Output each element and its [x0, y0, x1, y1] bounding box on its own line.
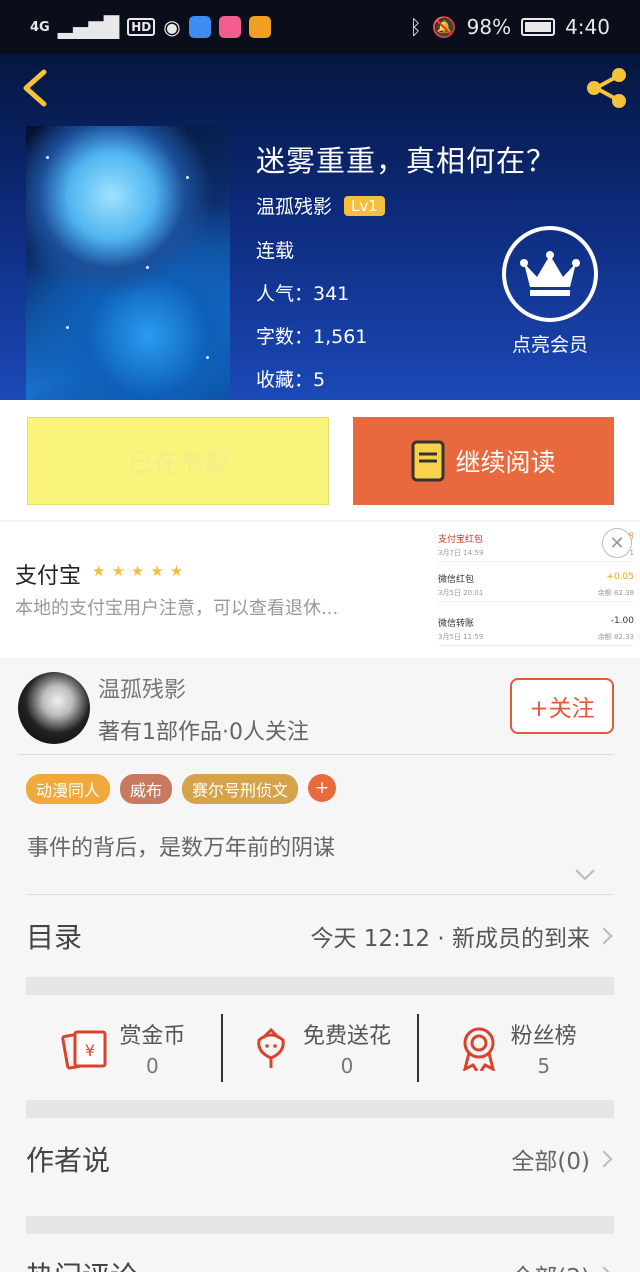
stat-label: 粉丝榜	[510, 1024, 577, 1049]
action-bar: 已在书架 继续阅读	[0, 400, 640, 520]
avatar[interactable]	[18, 672, 90, 744]
popularity: 人气：341	[256, 283, 350, 305]
play-app-icon	[248, 16, 271, 38]
chevron-right-icon	[595, 927, 613, 945]
follow-button[interactable]: +关注	[510, 678, 614, 734]
share-icon[interactable]	[582, 64, 630, 112]
vip-button[interactable]: 点亮会员	[500, 226, 600, 357]
hd-icon: HD	[127, 18, 156, 36]
book-title: 迷雾重重，真相何在？	[256, 144, 557, 178]
continue-reading-button[interactable]: 继续阅读	[353, 417, 614, 505]
section-gap	[26, 1216, 614, 1234]
svg-text:¥: ¥	[85, 1041, 95, 1060]
tag-list: 动漫同人 威布 赛尔号刑侦文 +	[26, 774, 337, 804]
stat-value: 0	[145, 1054, 159, 1078]
hot-comments-label: 热门评论	[26, 1255, 138, 1272]
ad-description: 本地的支付宝用户注意，可以查看退休...	[15, 598, 339, 619]
eye-icon: ◉	[163, 15, 181, 39]
ad-title: 支付宝	[15, 564, 82, 589]
flower-icon	[257, 1027, 285, 1068]
ad-list-item: 微信红包 3月5日 20:01 +0.05 余额 82.38	[438, 566, 634, 602]
chevron-down-icon[interactable]	[574, 868, 596, 882]
book-header: 迷雾重重，真相何在？ 温孤残影 Lv1 连载 人气：341 字数：1,561 收…	[0, 54, 640, 400]
on-shelf-button[interactable]: 已在书架	[27, 417, 329, 505]
stat-label: 赏金币	[119, 1024, 186, 1049]
section-gap	[26, 977, 614, 995]
author-says-row[interactable]: 作者说 全部(0)	[26, 1118, 614, 1200]
serial-status: 连载	[256, 240, 295, 262]
author-says-label: 作者说	[26, 1144, 111, 1177]
medal-icon	[462, 1027, 495, 1071]
send-flower-button[interactable]: 免费送花 0	[223, 1018, 418, 1078]
chevron-right-icon	[595, 1266, 613, 1272]
tag-item[interactable]: 赛尔号刑侦文	[182, 774, 299, 804]
reward-coins-button[interactable]: ¥ 赏金币 0	[26, 1018, 221, 1078]
status-bar: 4G ▂▄▆█ HD ◉ ᛒ 🔕 98% 4:40	[0, 0, 640, 54]
battery-icon	[521, 18, 556, 36]
stat-label: 免费送花	[303, 1024, 392, 1049]
close-icon[interactable]: ✕	[602, 528, 632, 558]
stat-value: 0	[340, 1054, 354, 1078]
book-cover[interactable]	[26, 126, 230, 400]
bluetooth-icon: ᛒ	[409, 15, 422, 39]
table-of-contents-row[interactable]: 目录 今天 12:12 · 新成员的到来	[26, 895, 614, 977]
author-card-name[interactable]: 温孤残影	[98, 672, 186, 704]
level-badge: Lv1	[344, 195, 385, 216]
author-name[interactable]: 温孤残影	[256, 192, 332, 219]
hot-comments-all: 全部(2)	[511, 1258, 590, 1272]
mute-bell-icon: 🔕	[431, 15, 457, 39]
battery-percent: 98%	[466, 15, 512, 39]
add-tag-button[interactable]: +	[308, 774, 337, 802]
book-icon	[411, 440, 445, 482]
app-notification-icon	[218, 16, 241, 38]
support-actions: ¥ 赏金币 0 免费送花 0 粉丝榜 5	[26, 996, 614, 1100]
vip-label: 点亮会员	[511, 334, 588, 356]
section-gap	[26, 1100, 614, 1118]
clock: 4:40	[565, 15, 610, 39]
stat-value: 5	[537, 1054, 551, 1078]
latest-chapter: 今天 12:12 · 新成员的到来	[310, 926, 590, 952]
tag-item[interactable]: 动漫同人	[26, 774, 111, 804]
signal-icon: 4G	[30, 19, 50, 35]
crown-icon	[502, 226, 598, 322]
ad-rating-stars: ★★★★★	[92, 562, 190, 580]
details-section: 温孤残影 著有1部作品·0人关注 +关注 动漫同人 威布 赛尔号刑侦文 + 事件…	[0, 660, 640, 1272]
ad-image: 支付宝红包 3月7日 14:59 +28 余额 1 微信红包 3月5日 20:0…	[430, 522, 640, 658]
hot-comments-row[interactable]: 热门评论 全部(2)	[26, 1234, 614, 1272]
tag-item[interactable]: 威布	[120, 774, 173, 804]
continue-reading-label: 继续阅读	[455, 448, 556, 477]
book-intro: 事件的背后，是数万年前的阴谋	[27, 836, 336, 861]
signal-bars-icon: ▂▄▆█	[57, 15, 120, 39]
favorites-count: 收藏：5	[256, 369, 326, 391]
red-envelope-icon: ¥	[61, 1030, 107, 1070]
ad-banner[interactable]: 支付宝 ★★★★★ 本地的支付宝用户注意，可以查看退休... 支付宝红包 3月7…	[0, 522, 640, 658]
author-card-stats: 著有1部作品·0人关注	[98, 720, 309, 745]
chevron-right-icon	[595, 1150, 613, 1168]
toc-label: 目录	[26, 921, 83, 954]
word-count: 字数：1,561	[256, 326, 368, 348]
app-notification-icon	[188, 16, 211, 38]
divider	[18, 754, 614, 755]
ad-list-item: 微信转账 3月5日 11:59 -1.00 余额 82.33	[438, 610, 634, 646]
author-says-all: 全部(0)	[511, 1149, 590, 1175]
fan-ranking-button[interactable]: 粉丝榜 5	[419, 1018, 614, 1078]
back-arrow-icon[interactable]	[16, 66, 56, 110]
